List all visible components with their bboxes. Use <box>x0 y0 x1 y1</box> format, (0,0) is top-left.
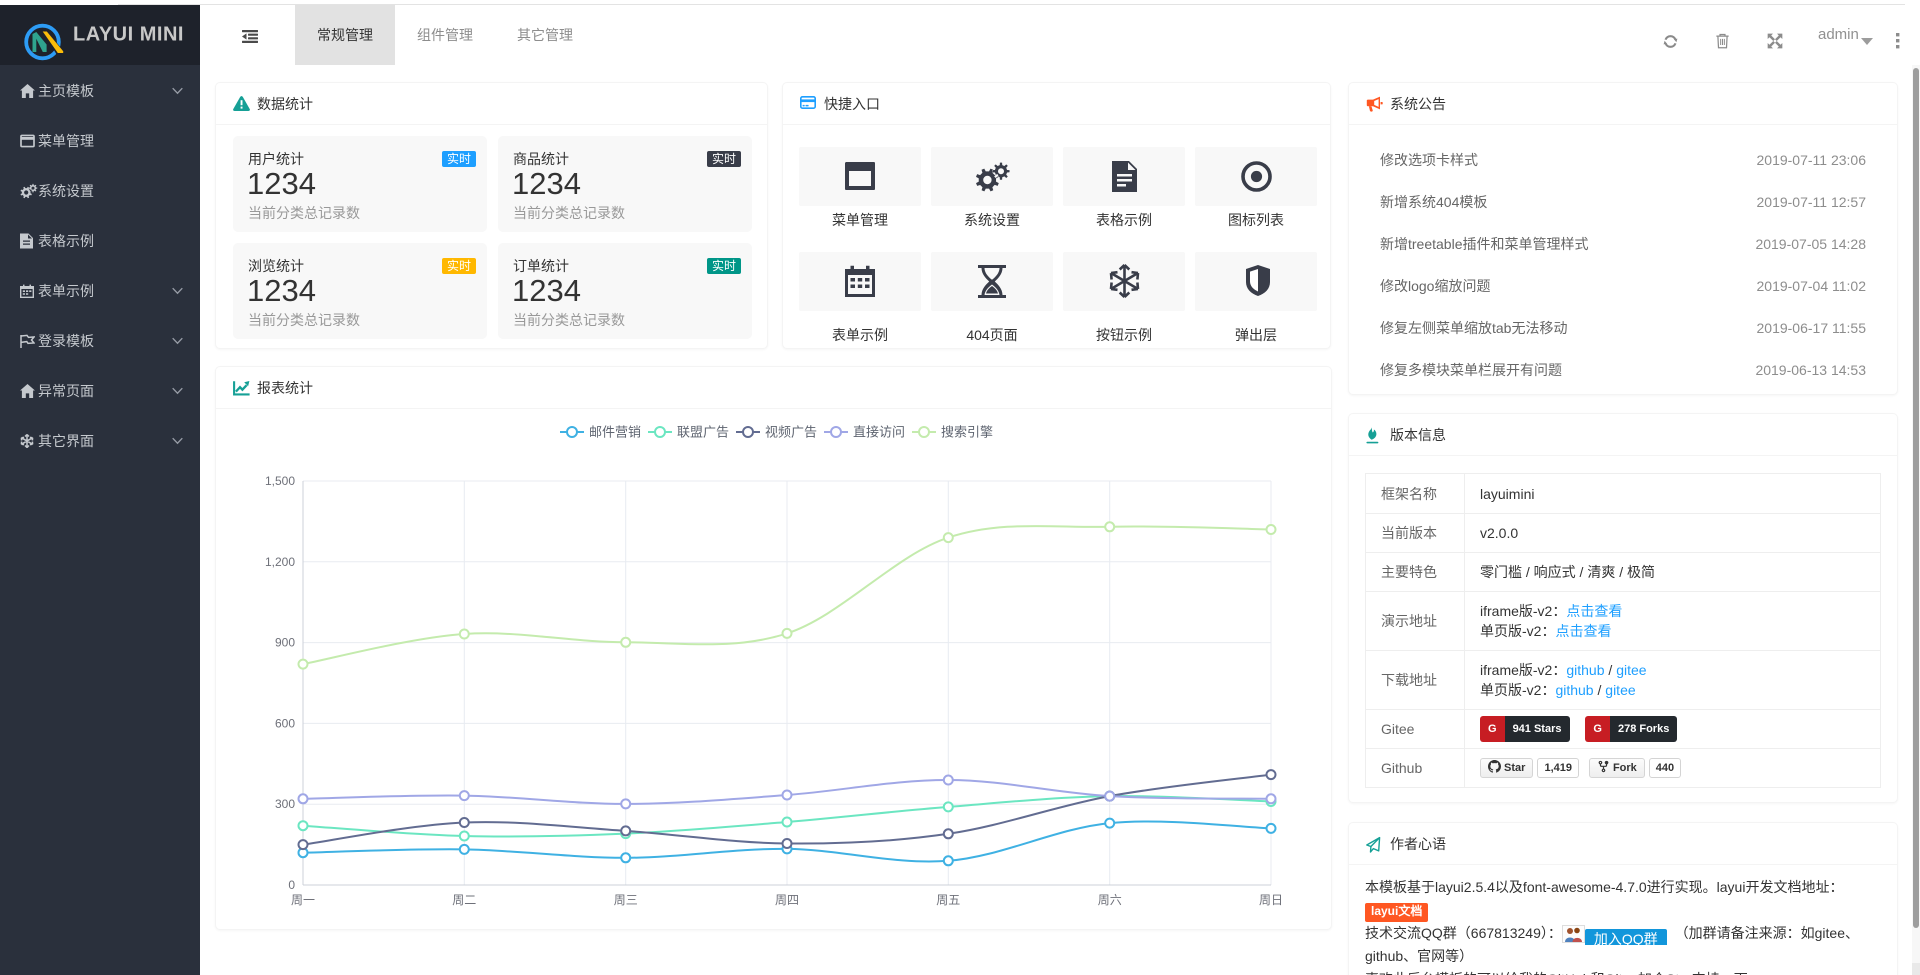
svg-text:视频广告: 视频广告 <box>765 425 817 440</box>
svg-text:300: 300 <box>275 797 295 811</box>
svg-text:周一: 周一 <box>291 893 315 907</box>
svg-text:直接访问: 直接访问 <box>853 425 905 440</box>
svg-text:周三: 周三 <box>614 893 638 907</box>
svg-text:周日: 周日 <box>1259 893 1283 907</box>
svg-text:搜索引擎: 搜索引擎 <box>941 425 993 440</box>
svg-text:周五: 周五 <box>936 893 960 907</box>
svg-text:1,500: 1,500 <box>265 474 295 488</box>
svg-text:联盟广告: 联盟广告 <box>677 425 729 440</box>
svg-text:周四: 周四 <box>775 893 799 907</box>
svg-text:0: 0 <box>288 878 295 892</box>
svg-text:邮件营销: 邮件营销 <box>589 425 641 440</box>
svg-text:600: 600 <box>275 716 295 730</box>
svg-text:900: 900 <box>275 636 295 650</box>
svg-text:1,200: 1,200 <box>265 555 295 569</box>
svg-text:周二: 周二 <box>452 893 476 907</box>
svg-text:周六: 周六 <box>1098 893 1122 907</box>
